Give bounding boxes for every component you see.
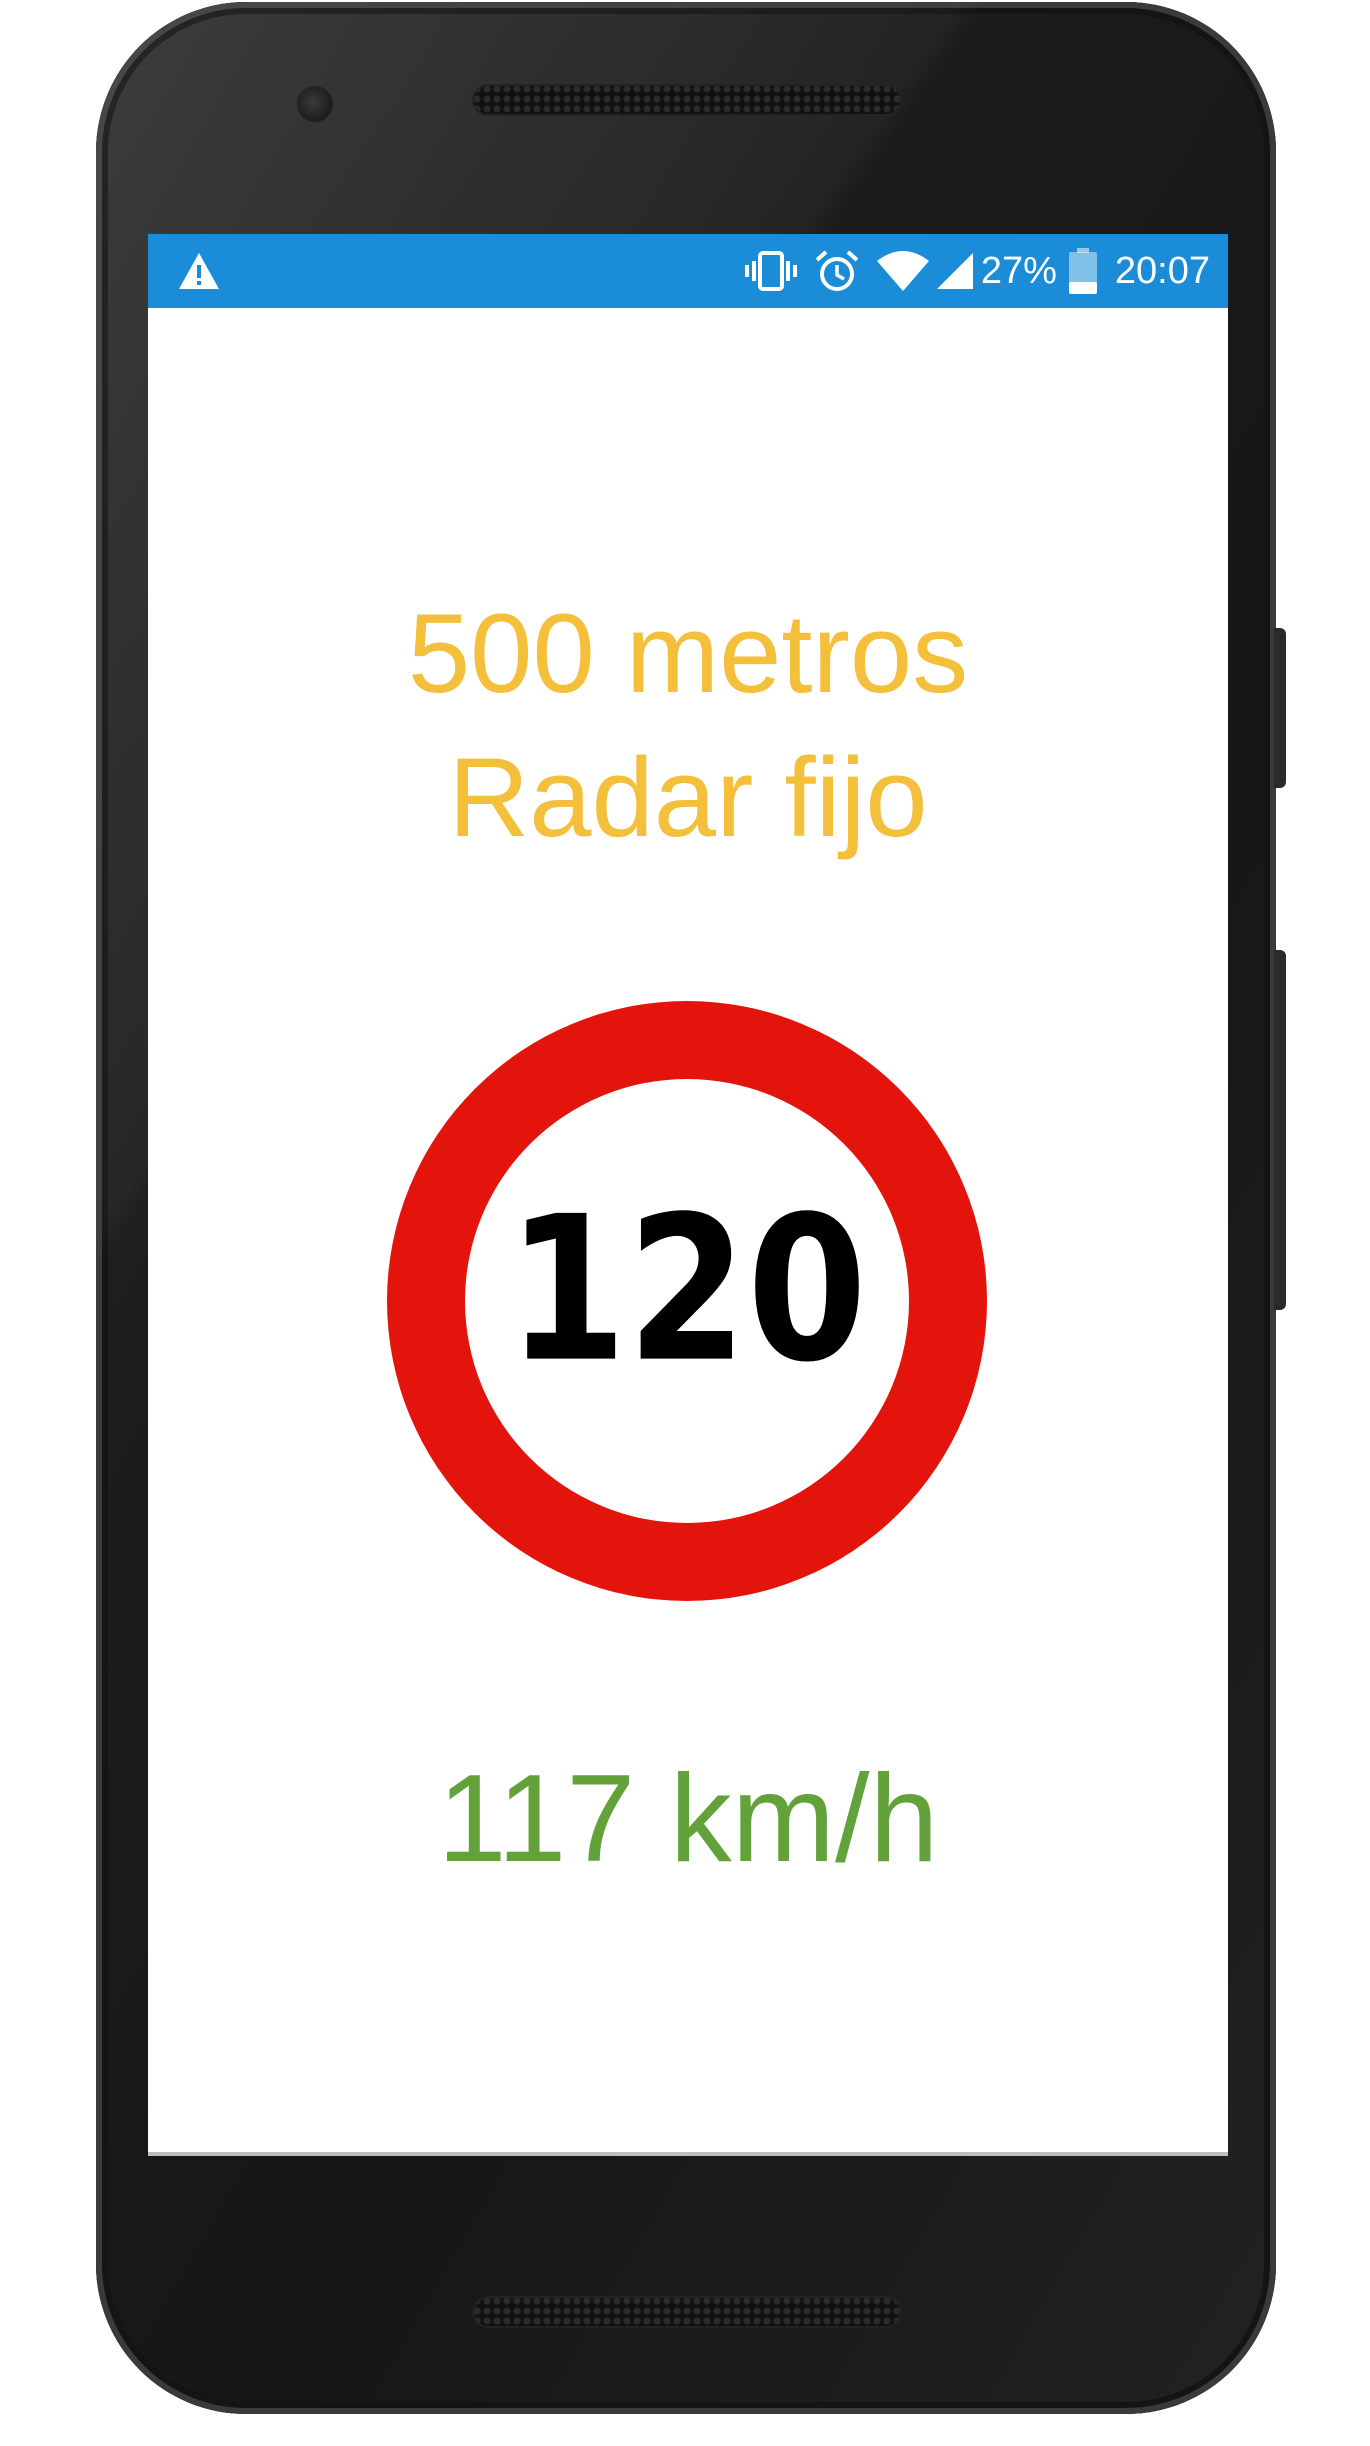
alarm-icon [815,250,859,291]
status-icons: 27% 20:07 [743,234,1210,308]
screen: 27% 20:07 500 metros Radar fijo 120 117 … [148,234,1228,2156]
vibrate-icon [744,251,797,291]
device-frame-stage: 27% 20:07 500 metros Radar fijo 120 117 … [0,0,1370,2446]
volume-button [1274,950,1286,1310]
cell-signal-icon [936,253,973,289]
alert-distance: 500 metros [407,591,969,716]
alert-type: Radar fijo [448,735,928,860]
speed-limit-sign: 120 [387,1001,987,1601]
speed-limit-value: 120 [507,1174,867,1407]
radar-alert-view: 500 metros Radar fijo 120 117 km/h [148,308,1228,2152]
status-bar: 27% 20:07 [148,234,1228,308]
screen-bottom-edge [148,2152,1228,2156]
battery-percentage: 27% [980,250,1057,292]
status-time: 20:07 [1114,250,1210,292]
bottom-speaker [472,2296,902,2328]
front-camera [297,86,333,122]
current-speed: 117 km/h [437,1750,939,1888]
earpiece-speaker [472,84,902,116]
power-button [1274,628,1286,788]
battery-icon [1068,248,1097,294]
wifi-icon [876,251,929,291]
warning-triangle-icon [179,253,219,289]
